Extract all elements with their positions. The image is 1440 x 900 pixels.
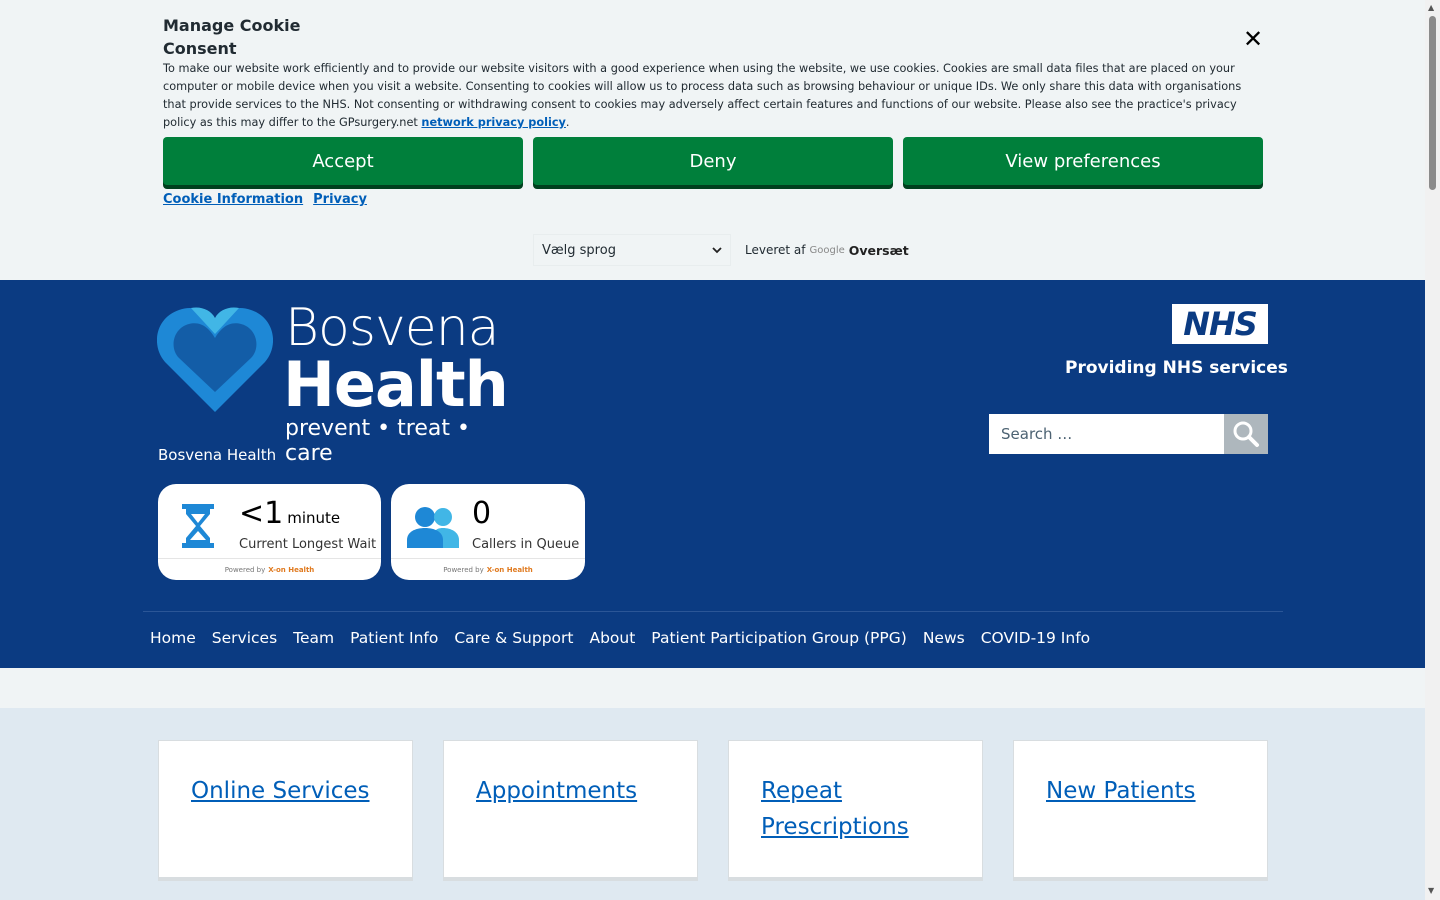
longest-wait-widget: <1 minute Current Longest Wait Powered by…: [158, 484, 381, 580]
appointments-link[interactable]: Appointments: [476, 773, 667, 809]
search-icon: [1233, 421, 1259, 447]
logo-text-health: Health: [283, 348, 509, 421]
queue-value: 0: [472, 496, 492, 531]
quick-links-section: Online Services Appointments Repeat Pres…: [0, 708, 1425, 900]
widget-footer: Powered by X-on Health: [158, 558, 381, 580]
nav-news[interactable]: News: [923, 629, 965, 647]
close-icon[interactable]: ✕: [1240, 26, 1266, 52]
nav-about[interactable]: About: [589, 629, 635, 647]
cookie-text: To make our website work efficiently and…: [163, 60, 1263, 132]
powered-by-text: Powered by: [443, 565, 484, 574]
bosvena-health-logo[interactable]: Bosvena Health prevent • treat • care: [157, 298, 509, 466]
cookie-text-body: To make our website work efficiently and…: [163, 62, 1242, 129]
nav-ppg[interactable]: Patient Participation Group (PPG): [651, 629, 907, 647]
wait-unit: minute: [287, 509, 341, 527]
language-select-value: Vælg sprog: [542, 242, 616, 258]
search-button[interactable]: [1224, 414, 1268, 454]
scroll-thumb[interactable]: [1429, 16, 1436, 190]
wait-value: <1 minute: [239, 496, 340, 531]
card-online-services: Online Services: [158, 740, 413, 878]
nav-services[interactable]: Services: [212, 629, 277, 647]
privacy-link[interactable]: Privacy: [313, 192, 367, 207]
callers-queue-widget: 0 Callers in Queue Powered by X-on Health: [391, 484, 585, 580]
nhs-logo: NHS: [1172, 304, 1268, 344]
people-icon: [407, 507, 459, 548]
nhs-subtitle: Providing NHS services: [1065, 358, 1288, 378]
xon-logo: X-on Health: [268, 565, 315, 574]
search-form: Search …: [989, 414, 1268, 454]
card-new-patients: New Patients: [1013, 740, 1268, 878]
spacer: [0, 668, 1425, 708]
nav-care-support[interactable]: Care & Support: [454, 629, 573, 647]
nav-covid-info[interactable]: COVID-19 Info: [981, 629, 1090, 647]
cookie-links: Cookie Information Privacy: [163, 192, 367, 207]
wait-number: <1: [239, 496, 284, 531]
page-scrollbar[interactable]: ▲ ▼: [1425, 0, 1440, 900]
scroll-down-icon[interactable]: ▼: [1428, 886, 1434, 895]
search-input[interactable]: Search …: [989, 414, 1224, 454]
google-translate: Vælg sprog Leveret af Google Oversæt: [533, 234, 909, 266]
widget-footer: Powered by X-on Health: [391, 558, 585, 580]
site-name: Bosvena Health: [158, 446, 277, 464]
nav-team[interactable]: Team: [293, 629, 334, 647]
wait-caption: Current Longest Wait: [239, 537, 377, 552]
language-select[interactable]: Vælg sprog: [533, 234, 731, 266]
card-appointments: Appointments: [443, 740, 698, 878]
nhs-branding: NHS Providing NHS services: [1065, 304, 1288, 378]
view-preferences-button[interactable]: View preferences: [903, 137, 1263, 185]
cookie-buttons: Accept Deny View preferences: [163, 137, 1263, 185]
main-navigation: Home Services Team Patient Info Care & S…: [150, 629, 1090, 647]
cookie-information-link[interactable]: Cookie Information: [163, 192, 303, 207]
repeat-prescriptions-link[interactable]: Repeat Prescriptions: [761, 773, 952, 845]
site-header: Bosvena Health prevent • treat • care Bo…: [0, 280, 1425, 668]
powered-by: Leveret af Google Oversæt: [745, 243, 909, 258]
online-services-link[interactable]: Online Services: [191, 773, 382, 809]
heart-logo-icon: [157, 307, 273, 412]
translate-link[interactable]: Oversæt: [849, 243, 909, 258]
network-privacy-policy-link[interactable]: network privacy policy: [421, 116, 565, 129]
powered-by-label: Leveret af: [745, 243, 806, 257]
queue-caption: Callers in Queue: [472, 537, 580, 552]
card-repeat-prescriptions: Repeat Prescriptions: [728, 740, 983, 878]
powered-by-text: Powered by: [224, 565, 266, 574]
new-patients-link[interactable]: New Patients: [1046, 773, 1237, 809]
deny-button[interactable]: Deny: [533, 137, 893, 185]
hourglass-icon: [182, 504, 214, 548]
nav-divider: [143, 611, 1283, 612]
google-logo: Google: [809, 244, 845, 256]
xon-logo: X-on Health: [486, 565, 533, 574]
nav-patient-info[interactable]: Patient Info: [350, 629, 438, 647]
accept-button[interactable]: Accept: [163, 137, 523, 185]
cookie-text-end: .: [565, 116, 570, 129]
logo-tagline: prevent • treat • care: [285, 416, 470, 466]
cookie-title: Manage Cookie Consent: [163, 16, 301, 58]
nav-home[interactable]: Home: [150, 629, 196, 647]
chevron-down-icon: [712, 243, 722, 258]
scroll-up-icon[interactable]: ▲: [1428, 3, 1434, 12]
